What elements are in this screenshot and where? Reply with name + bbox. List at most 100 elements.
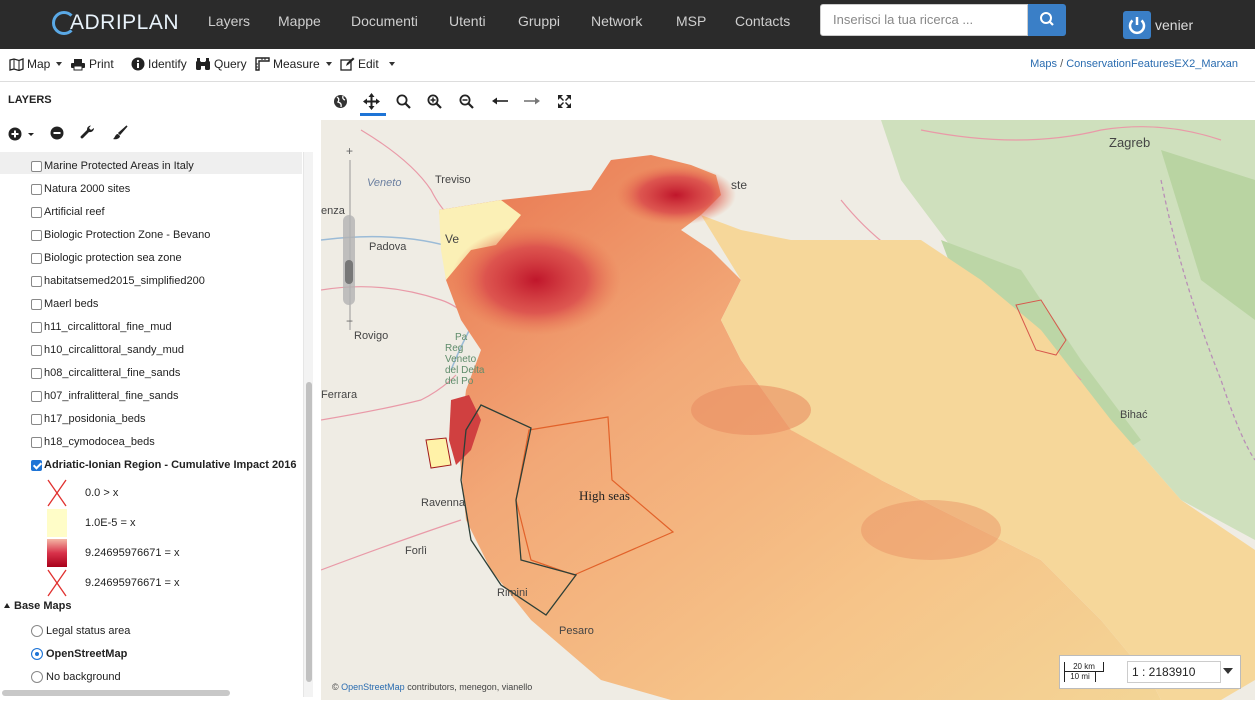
layer-row[interactable]: Natura 2000 sites [31, 180, 130, 198]
basemap-radio[interactable] [31, 625, 43, 637]
binoculars-icon [196, 58, 210, 70]
zoom-in-icon [427, 94, 442, 109]
basemap-radio[interactable] [31, 671, 43, 683]
layer-checkbox[interactable] [31, 436, 42, 448]
edit-button[interactable]: Edit [340, 57, 395, 71]
map-place-label: enza [321, 205, 345, 217]
scrollbar-thumb[interactable] [2, 690, 230, 696]
scale-km-label: 20 km [1073, 662, 1095, 671]
basemap-label: OpenStreetMap [46, 648, 128, 660]
scale-select[interactable]: 1 : 2183910 [1127, 661, 1221, 683]
basemap-row[interactable]: Legal status area [31, 622, 130, 640]
map-canvas[interactable]: + − Zagreb Treviso Veneto Padova Rovigo … [321, 120, 1255, 700]
scale-bar: 20 km 10 mi [1064, 662, 1114, 682]
user-name[interactable]: venier [1155, 17, 1193, 33]
layer-row[interactable]: h17_posidonia_beds [31, 410, 146, 428]
breadcrumb-current-map[interactable]: ConservationFeaturesEX2_Marxan [1066, 58, 1238, 70]
layers-panel: LAYERS Marine Protected Areas in Italy N… [0, 82, 321, 705]
layer-row[interactable]: Artificial reef [31, 203, 105, 221]
layer-row[interactable]: Marine Protected Areas in Italy [31, 157, 194, 175]
nav-network[interactable]: Network [591, 13, 642, 29]
panel-title: LAYERS [8, 94, 52, 106]
nav-documenti[interactable]: Documenti [351, 13, 418, 29]
layer-row[interactable]: h11_circalittoral_fine_mud [31, 318, 172, 336]
basemap-label: Legal status area [46, 625, 131, 637]
scale-control: 20 km 10 mi 1 : 2183910 [1059, 655, 1241, 689]
next-extent-button[interactable] [521, 90, 543, 112]
map-place-label: ste [731, 178, 748, 192]
layer-checkbox[interactable] [31, 183, 42, 195]
layer-row-active[interactable]: Adriatic-Ionian Region - Cumulative Impa… [31, 456, 296, 474]
osm-attribution-link[interactable]: OpenStreetMap [341, 682, 405, 692]
layer-row[interactable]: habitatsemed2015_simplified200 [31, 272, 205, 290]
nav-contacts[interactable]: Contacts [735, 13, 790, 29]
search-button[interactable] [1028, 4, 1066, 36]
layer-checkbox[interactable] [31, 275, 42, 287]
layer-checkbox[interactable] [31, 252, 42, 264]
ruler-icon [255, 57, 270, 71]
layer-row[interactable]: h08_circalitteral_fine_sands [31, 364, 180, 382]
print-button[interactable]: Print [70, 57, 114, 71]
measure-label: Measure [273, 57, 320, 71]
layer-checkbox[interactable] [31, 413, 42, 425]
layer-checkbox[interactable] [31, 160, 42, 172]
globe-button[interactable] [329, 90, 351, 112]
add-layer-icon[interactable] [8, 126, 34, 142]
previous-extent-button[interactable] [489, 90, 511, 112]
layer-checkbox-checked[interactable] [31, 459, 42, 471]
nav-utenti[interactable]: Utenti [449, 13, 486, 29]
measure-button[interactable]: Measure [255, 57, 332, 71]
breadcrumb-separator: / [1060, 58, 1064, 70]
layer-row[interactable]: Biologic protection sea zone [31, 249, 182, 267]
basemap-radio-selected[interactable] [31, 648, 43, 660]
breadcrumb-maps-link[interactable]: Maps [1030, 58, 1057, 70]
scrollbar-thumb[interactable] [306, 382, 312, 682]
chevron-down-icon[interactable] [1223, 668, 1233, 674]
layer-checkbox[interactable] [31, 344, 42, 356]
layer-checkbox[interactable] [31, 298, 42, 310]
layer-checkbox[interactable] [31, 390, 42, 402]
zoom-in-button[interactable] [423, 90, 445, 112]
layer-row[interactable]: h18_cymodocea_beds [31, 433, 155, 451]
full-extent-button[interactable] [553, 90, 575, 112]
nav-gruppi[interactable]: Gruppi [518, 13, 560, 29]
legend-label: 0.0 > x [85, 487, 119, 499]
layer-row[interactable]: Maerl beds [31, 295, 98, 313]
map-icon [9, 57, 24, 71]
nav-layers[interactable]: Layers [208, 13, 250, 29]
identify-button[interactable]: Identify [131, 57, 187, 71]
basemap-row-selected[interactable]: OpenStreetMap [31, 645, 127, 663]
layer-label: h07_infralitteral_fine_sands [44, 390, 179, 402]
layer-checkbox[interactable] [31, 229, 42, 241]
base-maps-title: Base Maps [14, 600, 72, 612]
layer-row[interactable]: h10_circalittoral_sandy_mud [31, 341, 184, 359]
layer-checkbox[interactable] [31, 321, 42, 333]
nav-msp[interactable]: MSP [676, 13, 706, 29]
map-menu-label: Map [27, 57, 51, 71]
park-label-line: del Delta [445, 365, 485, 376]
logout-button[interactable] [1123, 11, 1151, 39]
paintbrush-icon[interactable] [112, 125, 128, 141]
adriplan-logo[interactable]: ADRIPLAN [52, 6, 179, 40]
search-input[interactable]: Inserisci la tua ricerca ... [820, 4, 1028, 36]
map-menu-button[interactable]: Map [9, 57, 63, 71]
layer-checkbox[interactable] [31, 206, 42, 218]
panel-horizontal-scrollbar[interactable] [0, 689, 302, 697]
remove-layer-icon[interactable] [50, 126, 64, 140]
query-button[interactable]: Query [195, 57, 247, 71]
layer-row[interactable]: h07_infralitteral_fine_sands [31, 387, 179, 405]
layer-row[interactable]: Biologic Protection Zone - Bevano [31, 226, 210, 244]
map-place-label: Rimini [497, 587, 528, 599]
layer-checkbox[interactable] [31, 367, 42, 379]
layer-label: Artificial reef [44, 206, 105, 218]
zoom-box-button[interactable] [392, 90, 414, 112]
basemap-row[interactable]: No background [31, 668, 121, 685]
layer-label: Maerl beds [44, 298, 99, 310]
zoom-out-button[interactable] [455, 90, 477, 112]
nav-mappe[interactable]: Mappe [278, 13, 321, 29]
base-maps-section[interactable]: Base Maps [4, 600, 71, 612]
scale-mi-bar: 10 mi [1064, 672, 1096, 682]
pan-button[interactable] [360, 90, 382, 112]
wrench-icon[interactable] [80, 125, 96, 141]
panel-vertical-scrollbar[interactable] [303, 152, 313, 697]
